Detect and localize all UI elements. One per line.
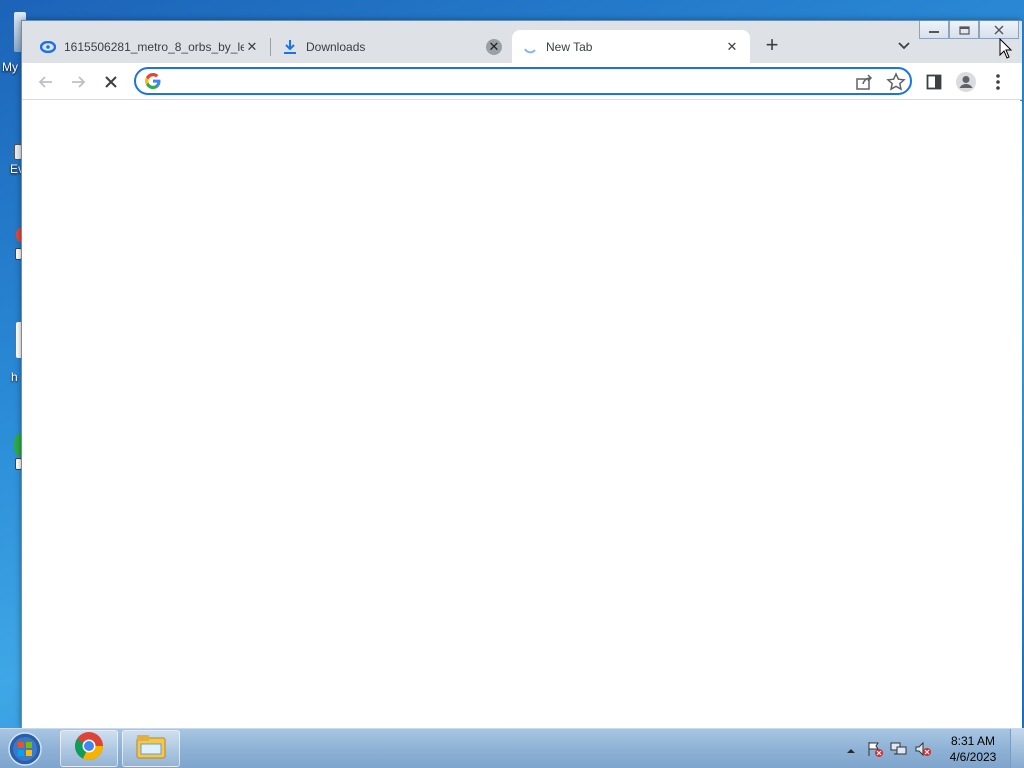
desktop-icon-app[interactable] [0,226,24,266]
clock-date: 4/6/2023 [949,750,997,764]
file-explorer-icon [135,732,167,765]
close-tab-icon[interactable]: ✕ [244,39,260,55]
forward-arrow-icon[interactable] [66,70,90,94]
show-desktop-button[interactable] [1010,729,1024,768]
taskbar-chrome[interactable] [60,730,118,767]
profile-avatar-icon[interactable] [954,70,978,94]
minimize-icon[interactable] [919,21,949,39]
tab-new-tab[interactable]: New Tab ✕ [512,30,750,63]
address-input[interactable] [168,72,838,90]
bookmark-star-icon[interactable] [886,72,906,92]
tab-search-chevron-icon[interactable] [894,35,914,55]
desktop-icon-green[interactable] [0,430,22,500]
restore-icon[interactable] [949,21,979,39]
tab-strip: 1615506281_metro_8_orbs_by_le ✕ Download… [22,21,1022,63]
loading-spinner-icon [522,39,538,55]
desktop-icon-computer[interactable]: My [0,8,26,78]
download-icon [282,39,298,55]
desktop-icon-label: My [2,60,18,74]
tab-title: Downloads [306,39,366,54]
tab-title: New Tab [546,39,593,54]
stop-loading-icon[interactable] [99,70,123,94]
share-icon[interactable] [854,72,874,92]
network-icon[interactable] [890,741,908,757]
close-tab-icon[interactable]: ✕ [724,39,740,55]
taskbar-clock[interactable]: 8:31 AM 4/6/2023 [942,733,1004,765]
tab-image[interactable]: 1615506281_metro_8_orbs_by_le ✕ [30,30,270,63]
side-panel-icon[interactable] [922,70,946,94]
browser-window: 1615506281_metro_8_orbs_by_le ✕ Download… [21,20,1022,729]
close-tab-icon[interactable]: ✕ [486,38,502,55]
browser-toolbar [22,63,1022,100]
desktop-icon-everything[interactable]: Ev [0,140,24,180]
new-tab-button[interactable]: + [760,34,784,58]
tab-separator [270,38,271,56]
desktop-icon-label: h [11,370,18,384]
tray-expand-icon[interactable] [846,743,856,753]
address-bar[interactable] [134,67,912,95]
taskbar-file-explorer[interactable] [122,730,180,767]
taskbar: 8:31 AM 4/6/2023 [0,728,1024,768]
close-window-icon[interactable] [979,21,1019,39]
clock-time: 8:31 AM [950,734,996,748]
edge-like-icon [40,39,56,55]
window-caption-buttons [919,21,1019,39]
menu-kebab-icon[interactable] [986,70,1010,94]
action-center-flag-icon[interactable] [866,741,884,757]
desktop-icon-file[interactable]: h [0,318,22,388]
google-g-icon [145,73,161,89]
mouse-cursor-icon [999,37,1013,60]
volume-muted-icon[interactable] [914,741,932,757]
tab-downloads[interactable]: Downloads ✕ [272,30,512,63]
back-arrow-icon[interactable] [34,70,58,94]
chrome-icon [74,731,104,766]
tab-title: 1615506281_metro_8_orbs_by_le [64,39,244,54]
page-content [22,101,1022,729]
start-button-icon[interactable] [6,731,44,767]
